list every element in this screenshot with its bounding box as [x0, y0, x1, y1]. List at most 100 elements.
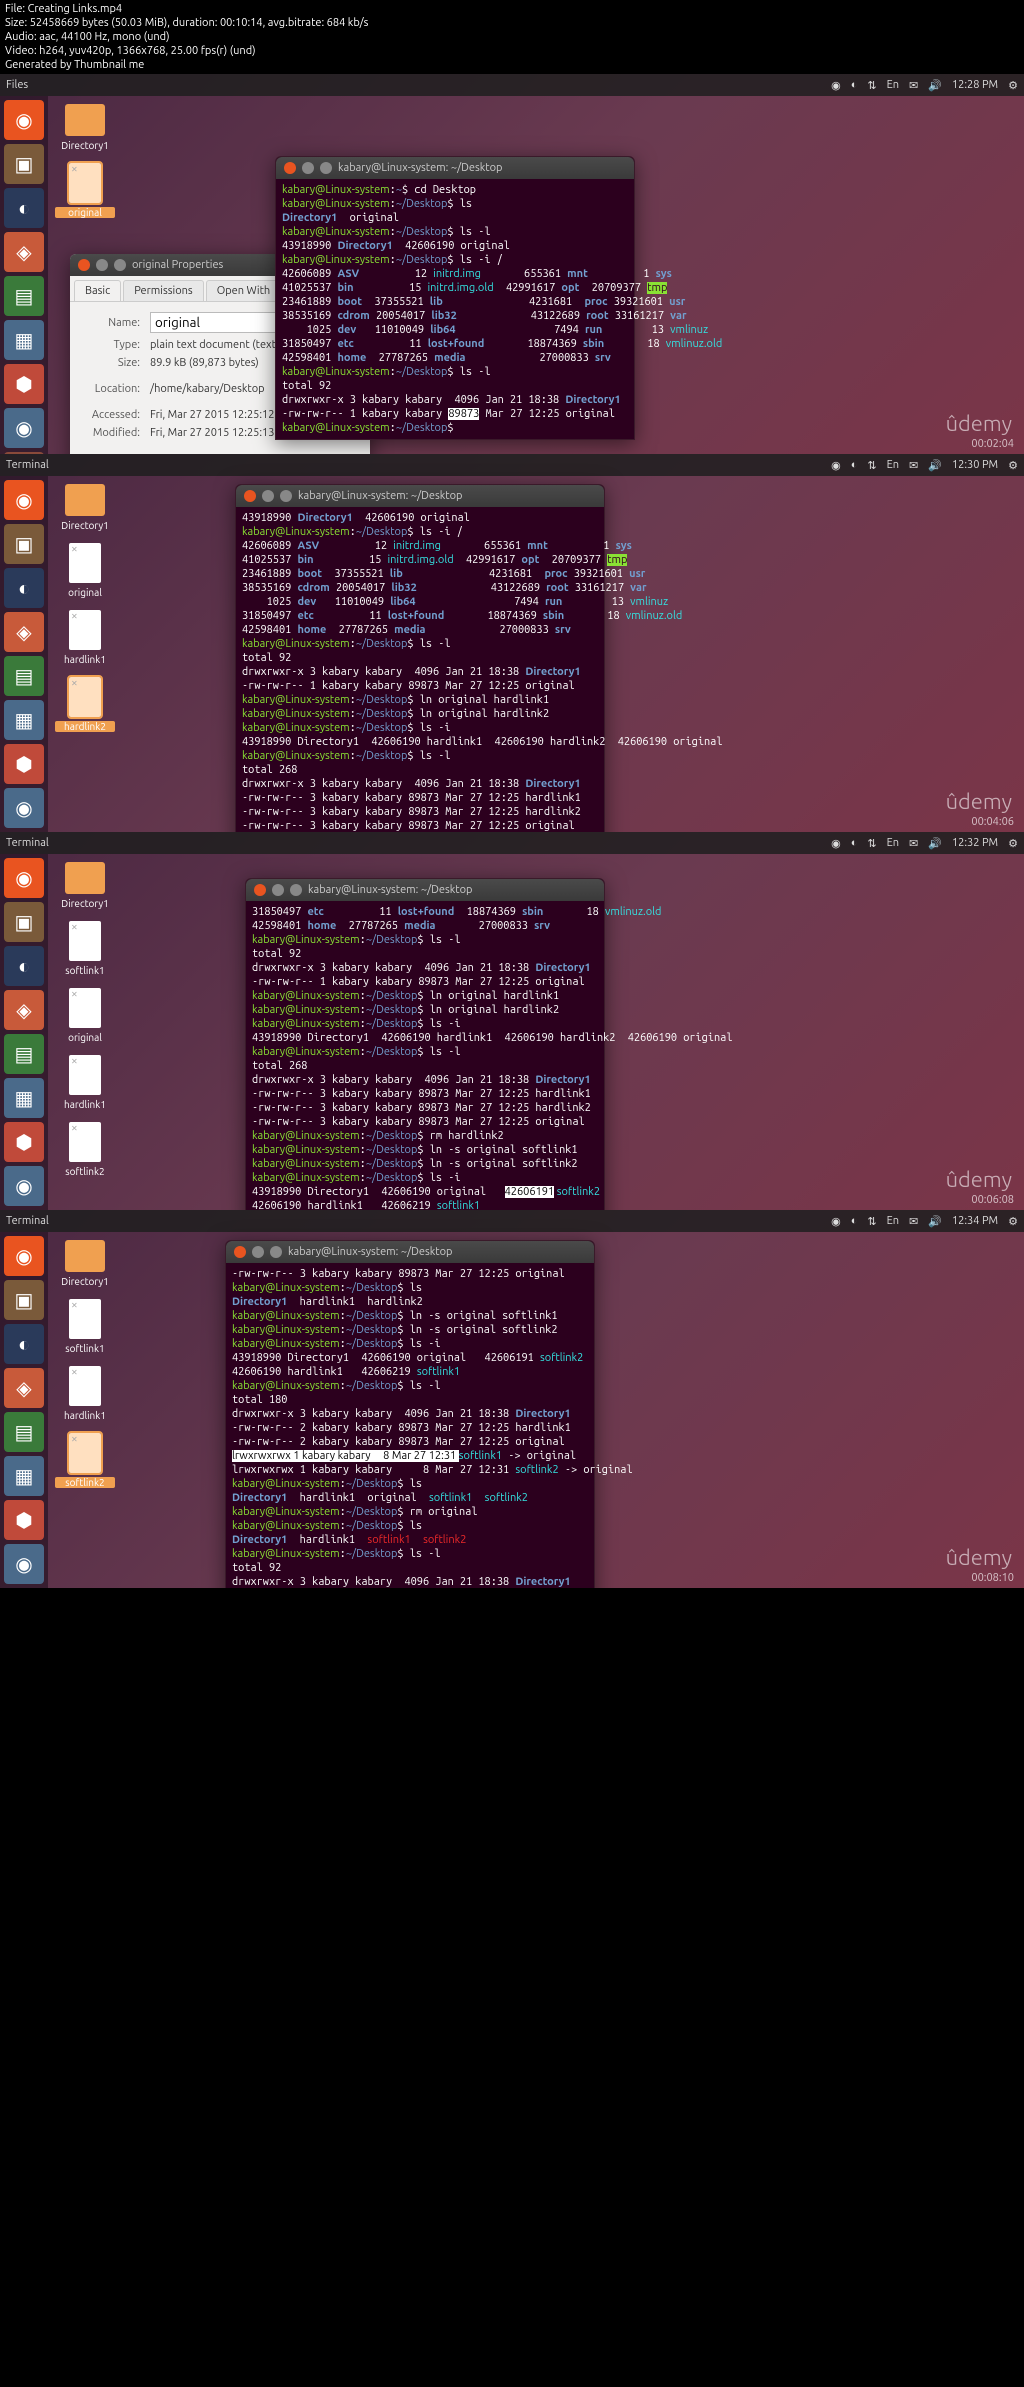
launcher-item[interactable]: ◉ [4, 1544, 44, 1584]
desktop-icon-original[interactable]: original [55, 543, 115, 598]
launcher-item[interactable]: ◉ [4, 480, 44, 520]
launcher-item[interactable]: ◈ [4, 232, 44, 272]
tray-icon[interactable]: ◐ [851, 837, 858, 849]
tray-icon[interactable]: ⇅ [867, 1215, 876, 1228]
desktop-icon-Directory1[interactable]: Directory1 [55, 104, 115, 151]
launcher-item[interactable]: ▤ [4, 1412, 44, 1452]
terminal-output[interactable]: 31850497 etc 11 lost+found 18874369 sbin… [246, 901, 604, 1210]
tray-lang[interactable]: En [887, 79, 899, 91]
launcher-item[interactable]: ▤ [4, 1034, 44, 1074]
tray-icon[interactable]: ◉ [831, 1215, 841, 1228]
maximize-icon[interactable] [114, 259, 126, 271]
launcher-item[interactable]: ⬢ [4, 744, 44, 784]
tray-icon[interactable]: ◉ [831, 79, 841, 92]
desktop-icon-original[interactable]: original [55, 163, 115, 218]
launcher-item[interactable]: ▣ [4, 1280, 44, 1320]
desktop-icon-hardlink2[interactable]: hardlink2 [55, 677, 115, 732]
tray-icon[interactable]: ◐ [851, 459, 858, 471]
launcher-item[interactable]: ◐ [4, 1324, 44, 1364]
tray-icon[interactable]: ◉ [831, 459, 841, 472]
launcher-item[interactable]: ◈ [4, 1368, 44, 1408]
terminal-output[interactable]: -rw-rw-r-- 3 kabary kabary 89873 Mar 27 … [226, 1263, 594, 1588]
tray-icon[interactable]: ⇅ [867, 459, 876, 472]
close-icon[interactable] [284, 162, 296, 174]
launcher-item[interactable]: ▣ [4, 902, 44, 942]
desktop-icon-Directory1[interactable]: Directory1 [55, 1240, 115, 1287]
minimize-icon[interactable] [262, 490, 274, 502]
launcher-item[interactable]: ◉ [4, 858, 44, 898]
launcher-item[interactable]: ◐ [4, 946, 44, 986]
tray-volume-icon[interactable]: 🔊 [928, 837, 942, 850]
launcher-item[interactable]: ◐ [4, 568, 44, 608]
minimize-icon[interactable] [96, 259, 108, 271]
terminal-titlebar[interactable]: kabary@Linux-system: ~/Desktop [236, 485, 604, 507]
terminal-titlebar[interactable]: kabary@Linux-system: ~/Desktop [276, 157, 634, 179]
tray-gear-icon[interactable]: ⚙ [1008, 459, 1018, 472]
launcher-item[interactable]: ◈ [4, 990, 44, 1030]
desktop-icon-original[interactable]: original [55, 988, 115, 1043]
clock[interactable]: 12:32 PM [952, 837, 998, 849]
desktop-icon-softlink2[interactable]: softlink2 [55, 1433, 115, 1488]
maximize-icon[interactable] [320, 162, 332, 174]
tray-volume-icon[interactable]: 🔊 [928, 79, 942, 92]
tray-lang[interactable]: En [887, 1215, 899, 1227]
tab-basic[interactable]: Basic [74, 280, 121, 301]
tray-gear-icon[interactable]: ⚙ [1008, 79, 1018, 92]
terminal-titlebar[interactable]: kabary@Linux-system: ~/Desktop [226, 1241, 594, 1263]
minimize-icon[interactable] [302, 162, 314, 174]
launcher-item[interactable]: ▤ [4, 276, 44, 316]
launcher-item[interactable]: ◈ [4, 612, 44, 652]
tray-mail-icon[interactable]: ✉ [909, 837, 918, 850]
tab-permissions[interactable]: Permissions [123, 280, 203, 301]
desktop-icon-softlink2[interactable]: softlink2 [55, 1122, 115, 1177]
desktop-icon-hardlink1[interactable]: hardlink1 [55, 610, 115, 665]
clock[interactable]: 12:34 PM [952, 1215, 998, 1227]
tray-icon[interactable]: ⇅ [867, 79, 876, 92]
tray-mail-icon[interactable]: ✉ [909, 79, 918, 92]
close-icon[interactable] [244, 490, 256, 502]
tray-volume-icon[interactable]: 🔊 [928, 1215, 942, 1228]
close-icon[interactable] [78, 259, 90, 271]
terminal-titlebar[interactable]: kabary@Linux-system: ~/Desktop [246, 879, 604, 901]
desktop-icon-softlink1[interactable]: softlink1 [55, 1299, 115, 1354]
maximize-icon[interactable] [280, 490, 292, 502]
close-icon[interactable] [254, 884, 266, 896]
desktop-icon-Directory1[interactable]: Directory1 [55, 862, 115, 909]
launcher-item[interactable]: ▦ [4, 700, 44, 740]
minimize-icon[interactable] [252, 1246, 264, 1258]
maximize-icon[interactable] [290, 884, 302, 896]
launcher-item[interactable]: ◉ [4, 1236, 44, 1276]
tray-icon[interactable]: ◐ [851, 79, 858, 91]
launcher-item[interactable]: ◉ [4, 1166, 44, 1206]
launcher-item[interactable]: ▣ [4, 144, 44, 184]
tray-lang[interactable]: En [887, 459, 899, 471]
launcher-item[interactable]: ⬢ [4, 1122, 44, 1162]
desktop-icon-softlink1[interactable]: softlink1 [55, 921, 115, 976]
launcher-item[interactable]: ◉ [4, 408, 44, 448]
launcher-item[interactable]: ◐ [4, 188, 44, 228]
tray-volume-icon[interactable]: 🔊 [928, 459, 942, 472]
tray-icon[interactable]: ◉ [831, 837, 841, 850]
launcher-item[interactable]: ▤ [4, 656, 44, 696]
terminal-output[interactable]: 43918990 Directory1 42606190 original ka… [236, 507, 604, 832]
launcher-item[interactable]: ⬢ [4, 364, 44, 404]
launcher-item[interactable]: ⬢ [4, 1500, 44, 1540]
launcher-item[interactable]: ▦ [4, 1456, 44, 1496]
launcher-item[interactable]: ◉ [4, 788, 44, 828]
launcher-item[interactable]: ▦ [4, 1078, 44, 1118]
close-icon[interactable] [234, 1246, 246, 1258]
minimize-icon[interactable] [272, 884, 284, 896]
launcher-item[interactable]: ◉ [4, 100, 44, 140]
tray-lang[interactable]: En [887, 837, 899, 849]
tray-gear-icon[interactable]: ⚙ [1008, 1215, 1018, 1228]
maximize-icon[interactable] [270, 1246, 282, 1258]
clock[interactable]: 12:28 PM [952, 79, 998, 91]
clock[interactable]: 12:30 PM [952, 459, 998, 471]
launcher-item[interactable]: ▣ [4, 524, 44, 564]
desktop-icon-Directory1[interactable]: Directory1 [55, 484, 115, 531]
tray-gear-icon[interactable]: ⚙ [1008, 837, 1018, 850]
terminal-output[interactable]: kabary@Linux-system:~$ cd Desktop kabary… [276, 179, 634, 439]
tray-icon[interactable]: ⇅ [867, 837, 876, 850]
tray-mail-icon[interactable]: ✉ [909, 459, 918, 472]
tab-openwith[interactable]: Open With [206, 280, 282, 301]
